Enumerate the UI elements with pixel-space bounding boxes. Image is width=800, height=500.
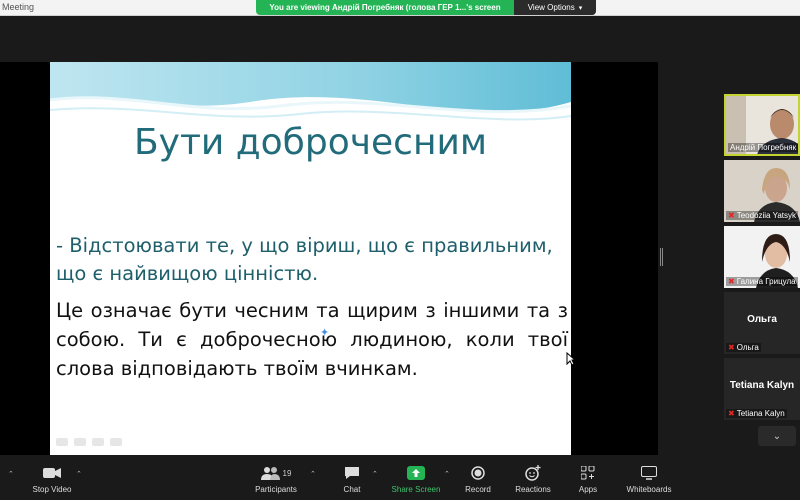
chat-options-caret[interactable]: ⌃ bbox=[372, 470, 378, 478]
slide-pen-icon[interactable] bbox=[74, 438, 86, 446]
reactions-icon bbox=[525, 464, 541, 482]
participant-name: Андрій Погребняк bbox=[728, 143, 798, 152]
video-tile[interactable]: ✖ Галина Грицула bbox=[724, 226, 800, 288]
participant-name: ✖ Ольга bbox=[726, 343, 761, 352]
audio-options-caret[interactable]: ⌃ bbox=[8, 470, 14, 478]
mouse-cursor-icon bbox=[566, 352, 576, 366]
participant-count: 19 bbox=[282, 468, 292, 478]
reactions-button[interactable]: Reactions bbox=[503, 464, 563, 494]
record-button[interactable]: Record bbox=[448, 464, 508, 494]
share-screen-label: Share Screen bbox=[391, 485, 441, 494]
participant-name: ✖ Teodoziia Yatsyk bbox=[726, 211, 798, 220]
video-tile[interactable]: Ольга ✖ Ольга bbox=[724, 292, 800, 354]
apps-label: Apps bbox=[578, 485, 598, 494]
whiteboards-label: Whiteboards bbox=[626, 485, 672, 494]
slide-title: Бути доброчесним bbox=[133, 122, 488, 163]
slide-prev-icon[interactable] bbox=[56, 438, 68, 446]
share-screen-icon bbox=[407, 464, 425, 482]
window-title: Meeting bbox=[2, 2, 35, 12]
participant-display-name: Tetiana Kalyn bbox=[729, 380, 795, 391]
reactions-label: Reactions bbox=[515, 485, 551, 494]
chat-button[interactable]: Chat bbox=[322, 464, 382, 494]
video-tile[interactable]: Tetiana Kalyn ✖ Tetiana Kalyn bbox=[724, 358, 800, 420]
participants-options-caret[interactable]: ⌃ bbox=[310, 470, 316, 478]
slide-next-icon[interactable] bbox=[110, 438, 122, 446]
gallery-scroll-down-button[interactable]: ⌄ bbox=[758, 426, 796, 446]
chevron-down-icon: ⌄ bbox=[772, 430, 782, 442]
viewing-message: You are viewing Андрій Погребняк (голова… bbox=[269, 3, 501, 12]
presentation-slide: Бути доброчесним - Відстоювати те, у що … bbox=[50, 62, 571, 455]
video-camera-icon bbox=[43, 464, 61, 482]
mic-muted-icon: ✖ bbox=[728, 343, 735, 352]
chevron-down-icon: ▾ bbox=[578, 4, 583, 12]
shared-screen: Бути доброчесним - Відстоювати те, у що … bbox=[0, 62, 658, 455]
split-view-handle[interactable] bbox=[660, 248, 663, 266]
mic-muted-icon: ✖ bbox=[728, 277, 735, 286]
record-label: Record bbox=[465, 485, 491, 494]
view-options-label: View Options bbox=[527, 3, 575, 12]
annotation-pointer-icon: ✦ bbox=[320, 327, 330, 339]
participants-icon: 19 bbox=[260, 464, 292, 482]
slide-nav-controls[interactable] bbox=[56, 438, 122, 446]
mic-muted-icon: ✖ bbox=[728, 211, 735, 220]
view-options-button[interactable]: View Options ▾ bbox=[514, 0, 596, 15]
record-icon bbox=[471, 464, 485, 482]
chat-icon bbox=[344, 464, 360, 482]
apps-button[interactable]: Apps bbox=[558, 464, 618, 494]
share-screen-button[interactable]: Share Screen bbox=[386, 464, 446, 494]
chat-label: Chat bbox=[343, 485, 361, 494]
whiteboards-button[interactable]: Whiteboards bbox=[619, 464, 679, 494]
video-tile[interactable]: Андрій Погребняк bbox=[724, 94, 800, 156]
slide-bullet: - Відстоювати те, у що віриш, що є прави… bbox=[56, 234, 553, 285]
video-tile[interactable]: ✖ Teodoziia Yatsyk bbox=[724, 160, 800, 222]
stop-video-label: Stop Video bbox=[32, 485, 72, 494]
participants-button[interactable]: 19 Participants bbox=[246, 464, 306, 494]
apps-icon bbox=[581, 464, 595, 482]
participant-name: ✖ Tetiana Kalyn bbox=[726, 409, 787, 418]
zoom-window: Meeting You are viewing Андрій Погребняк… bbox=[0, 0, 800, 500]
participant-display-name: Ольга bbox=[747, 314, 777, 325]
participant-name: ✖ Галина Грицула bbox=[726, 277, 798, 286]
mic-muted-icon: ✖ bbox=[728, 409, 735, 418]
slide-body-text: Це означає бути чесним та щирим з іншими… bbox=[56, 299, 568, 380]
viewing-banner: You are viewing Андрій Погребняк (голова… bbox=[256, 0, 596, 15]
slide-menu-icon[interactable] bbox=[92, 438, 104, 446]
whiteboards-icon bbox=[641, 464, 657, 482]
meeting-toolbar: ⌃ Stop Video ⌃ 19 Participants ⌃ Chat ⌃ bbox=[0, 460, 800, 500]
stop-video-button[interactable]: Stop Video bbox=[22, 464, 82, 494]
participants-label: Participants bbox=[255, 485, 297, 494]
video-options-caret[interactable]: ⌃ bbox=[76, 470, 82, 478]
